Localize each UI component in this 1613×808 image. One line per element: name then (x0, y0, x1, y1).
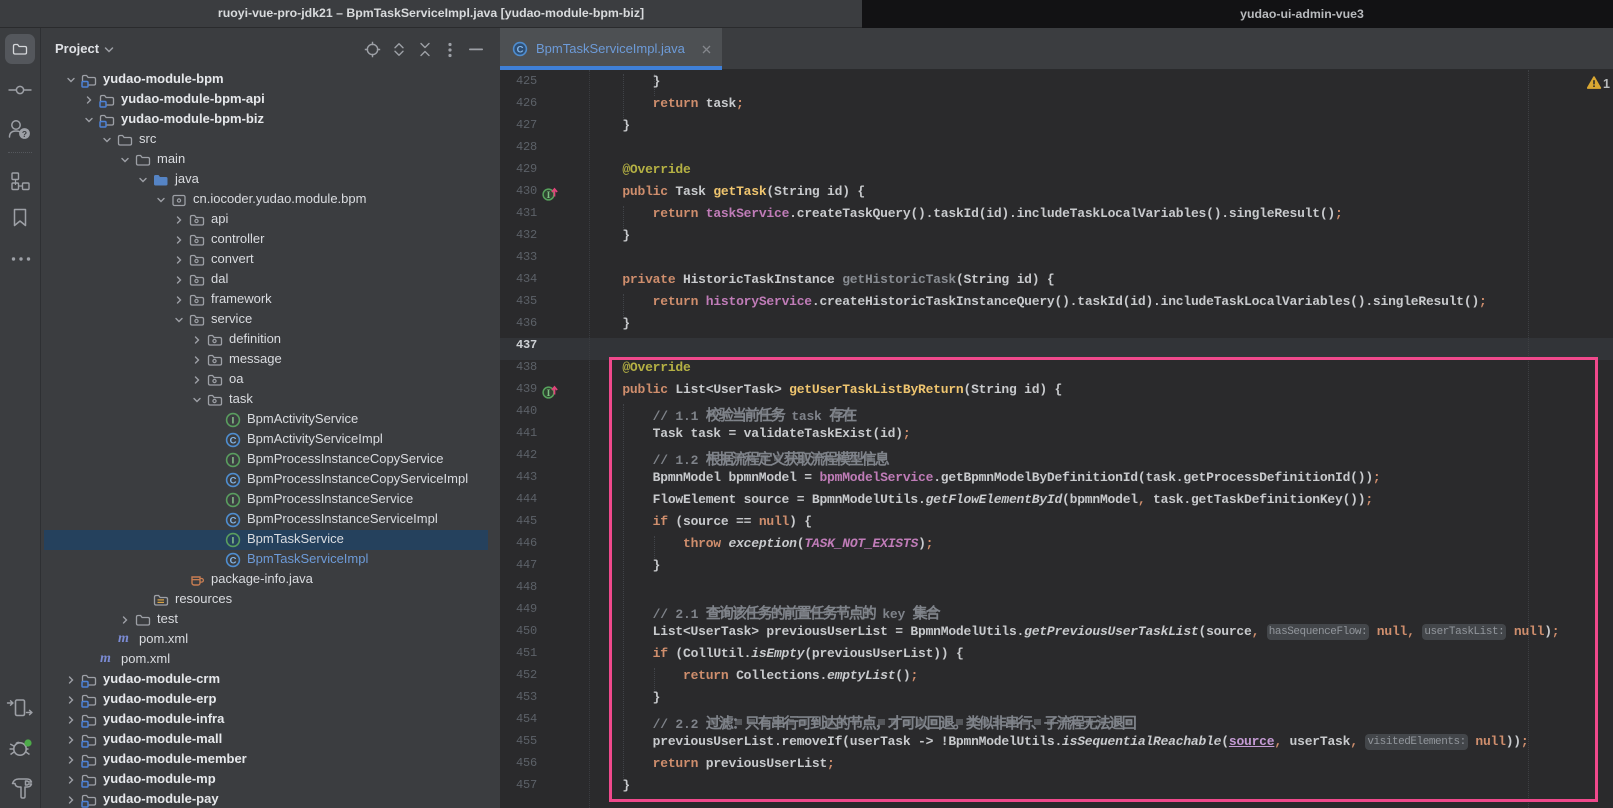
svg-text:C: C (230, 515, 237, 526)
svg-text:I: I (232, 415, 235, 426)
svg-text:I: I (547, 389, 551, 399)
svg-text:C: C (230, 475, 237, 486)
svg-text:C: C (230, 435, 237, 446)
svg-text:?: ? (22, 129, 27, 139)
svg-text:C: C (230, 555, 237, 566)
svg-text:C: C (517, 44, 524, 55)
svg-text:I: I (232, 535, 235, 546)
svg-text:I: I (232, 495, 235, 506)
svg-text:I: I (547, 191, 551, 201)
svg-text:I: I (232, 455, 235, 466)
svg-text:1: 1 (1603, 77, 1610, 91)
